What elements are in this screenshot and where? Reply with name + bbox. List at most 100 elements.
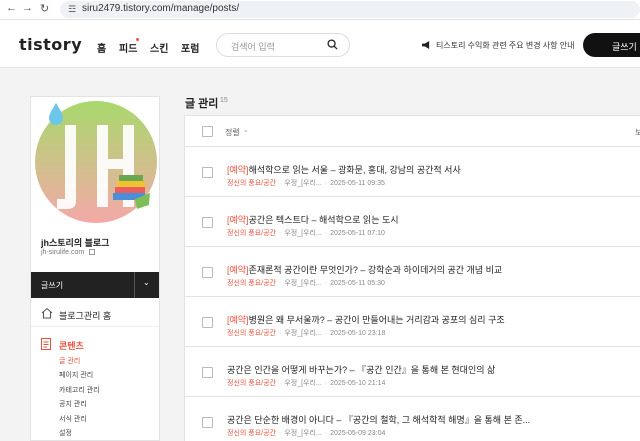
- post-meta: 정신의 풍요/공간 · 우정_[우리... · 2025-05-10 23:18: [227, 328, 385, 338]
- sidebar-item-templates[interactable]: 서식 관리: [59, 414, 87, 424]
- reserved-tag: [예약]: [227, 215, 249, 225]
- external-link-icon[interactable]: [89, 249, 95, 255]
- post-title-link[interactable]: [예약]공간은 텍스트다 – 해석학으로 읽는 도시: [227, 213, 399, 226]
- sidebar-item-pages[interactable]: 페이지 관리: [59, 370, 93, 380]
- nav-forum[interactable]: 포럼: [181, 40, 199, 55]
- post-title[interactable]: 병원은 왜 무서울까? – 공간이 만들어내는 거리감과 공포의 심리 구조: [249, 315, 505, 325]
- home-icon: [41, 307, 53, 319]
- post-meta: 정신의 풍요/공간 · 우정_[우리... · 2025-05-11 07:10: [227, 228, 385, 238]
- post-category[interactable]: 정신의 풍요/공간: [227, 330, 276, 337]
- table-row[interactable]: [예약]존재론적 공간이란 무엇인가? – 강학순과 하이데거의 공간 개념 비…: [184, 247, 640, 297]
- sidebar-item-content[interactable]: 콘텐츠: [59, 339, 84, 352]
- row-checkbox[interactable]: [202, 417, 213, 428]
- meta-separator: ·: [324, 430, 328, 437]
- row-checkbox[interactable]: [202, 217, 213, 228]
- meta-separator: ·: [324, 330, 328, 337]
- page-title: 글 관리: [185, 98, 219, 110]
- table-row[interactable]: [예약]해석학으로 읽는 서울 – 광화문, 홍대, 강남의 공간적 서사정신의…: [184, 147, 640, 197]
- post-list: 정렬 ⌄ 보 [예약]해석학으로 읽는 서울 – 광화문, 홍대, 강남의 공간…: [184, 115, 640, 441]
- admin-sidebar: jh스토리의 블로그 jh-sirulife.com 글쓰기 ⌄ 블로그관리 홈…: [30, 96, 160, 441]
- list-header: 정렬 ⌄ 보: [184, 115, 640, 147]
- sidebar-item-posts[interactable]: 글 관리: [59, 356, 80, 366]
- meta-separator: ·: [324, 180, 328, 187]
- post-title[interactable]: 공간은 텍스트다 – 해석학으로 읽는 도시: [249, 215, 399, 225]
- back-icon[interactable]: ←: [6, 2, 17, 14]
- post-title[interactable]: 존재론적 공간이란 무엇인가? – 강학순과 하이데거의 공간 개념 비교: [249, 265, 503, 275]
- row-checkbox[interactable]: [202, 317, 213, 328]
- sidebar-item-notices[interactable]: 공지 관리: [59, 399, 87, 409]
- reserved-tag: [예약]: [227, 265, 249, 275]
- post-title-link[interactable]: 공간은 인간을 어떻게 바꾸는가? – 『공간 인간』을 통해 본 현대인의 삶: [227, 363, 495, 376]
- post-date: 2025-05-11 05:30: [330, 280, 385, 287]
- write-button[interactable]: 글쓰기: [583, 33, 640, 57]
- blog-title[interactable]: jh스토리의 블로그: [41, 236, 109, 249]
- post-category[interactable]: 정신의 풍요/공간: [227, 430, 276, 437]
- header-right-label[interactable]: 보: [635, 127, 640, 138]
- profile-image[interactable]: [35, 101, 157, 223]
- chevron-down-icon[interactable]: ⌄: [243, 126, 249, 134]
- sidebar-item-categories[interactable]: 카테고리 관리: [59, 385, 100, 395]
- search-input[interactable]: 검색어 입력: [216, 33, 350, 57]
- site-info-icon[interactable]: ☲: [68, 4, 76, 15]
- post-date: 2025-05-11 09:35: [330, 180, 385, 187]
- meta-separator: ·: [324, 230, 328, 237]
- nav-home[interactable]: 홈: [97, 40, 106, 55]
- post-category[interactable]: 정신의 풍요/공간: [227, 380, 276, 387]
- row-checkbox[interactable]: [202, 367, 213, 378]
- post-author: 우정_[우리...: [284, 280, 322, 287]
- nav-feed[interactable]: 피드: [119, 40, 137, 55]
- reload-icon[interactable]: ↻: [40, 2, 49, 15]
- notice-link[interactable]: 티스토리 수익화 관련 주요 변경 사항 안내: [436, 40, 574, 51]
- select-all-checkbox[interactable]: [202, 126, 213, 137]
- nav-skin[interactable]: 스킨: [150, 40, 168, 55]
- sidebar-item-settings[interactable]: 설정: [59, 428, 72, 438]
- post-meta: 정신의 풍요/공간 · 우정_[우리... · 2025-05-10 21:14: [227, 378, 385, 388]
- post-meta: 정신의 풍요/공간 · 우정_[우리... · 2025-05-11 09:35: [227, 178, 385, 188]
- post-meta: 정신의 풍요/공간 · 우정_[우리... · 2025-05-09 23:04: [227, 428, 385, 438]
- post-category[interactable]: 정신의 풍요/공간: [227, 180, 276, 187]
- search-icon[interactable]: [327, 39, 338, 50]
- url-text[interactable]: siru2479.tistory.com/manage/posts/: [82, 3, 239, 14]
- post-title-link[interactable]: [예약]존재론적 공간이란 무엇인가? – 강학순과 하이데거의 공간 개념 비…: [227, 263, 502, 276]
- blog-url[interactable]: jh-sirulife.com: [41, 249, 84, 256]
- top-header: tistory 홈 피드 스킨 포럼 검색어 입력 티스토리 수익화 관련 주요…: [0, 20, 640, 68]
- post-category[interactable]: 정신의 풍요/공간: [227, 280, 276, 287]
- document-icon: [41, 338, 51, 350]
- post-title-link[interactable]: [예약]해석학으로 읽는 서울 – 광화문, 홍대, 강남의 공간적 서사: [227, 163, 461, 176]
- post-author: 우정_[우리...: [284, 430, 322, 437]
- post-author: 우정_[우리...: [284, 330, 322, 337]
- row-checkbox[interactable]: [202, 267, 213, 278]
- post-title[interactable]: 해석학으로 읽는 서울 – 광화문, 홍대, 강남의 공간적 서사: [249, 165, 461, 175]
- forward-icon[interactable]: →: [22, 2, 33, 14]
- post-meta: 정신의 풍요/공간 · 우정_[우리... · 2025-05-11 05:30: [227, 278, 385, 288]
- sidebar-item-admin-home[interactable]: 블로그관리 홈: [59, 309, 111, 322]
- post-title-link[interactable]: [예약]병원은 왜 무서울까? – 공간이 만들어내는 거리감과 공포의 심리 …: [227, 313, 505, 326]
- row-checkbox[interactable]: [202, 167, 213, 178]
- table-row[interactable]: [예약]공간은 텍스트다 – 해석학으로 읽는 도시정신의 풍요/공간 · 우정_[…: [184, 197, 640, 247]
- new-dot-icon: [136, 38, 139, 41]
- meta-separator: ·: [324, 380, 328, 387]
- reserved-tag: [예약]: [227, 165, 249, 175]
- table-row[interactable]: 공간은 인간을 어떻게 바꾸는가? – 『공간 인간』을 통해 본 현대인의 삶…: [184, 347, 640, 397]
- chevron-down-icon[interactable]: ⌄: [143, 278, 150, 287]
- post-title[interactable]: 공간은 인간을 어떻게 바꾸는가? – 『공간 인간』을 통해 본 현대인의 삶: [227, 365, 495, 375]
- post-category[interactable]: 정신의 풍요/공간: [227, 230, 276, 237]
- sidebar-write-label: 글쓰기: [41, 281, 64, 290]
- write-bar-divider: [134, 272, 135, 298]
- megaphone-icon: [422, 41, 430, 49]
- search-placeholder: 검색어 입력: [231, 42, 275, 52]
- post-date: 2025-05-10 21:14: [330, 380, 386, 387]
- table-row[interactable]: 공간은 단순한 배경이 아니다 – 『공간의 철학, 그 해석학적 해명』을 통…: [184, 397, 640, 441]
- sidebar-divider: [31, 326, 159, 327]
- tistory-logo[interactable]: tistory: [19, 35, 82, 54]
- table-row[interactable]: [예약]병원은 왜 무서울까? – 공간이 만들어내는 거리감과 공포의 심리 …: [184, 297, 640, 347]
- reserved-tag: [예약]: [227, 315, 249, 325]
- post-date: 2025-05-09 23:04: [330, 430, 386, 437]
- post-count: 15: [220, 97, 228, 104]
- post-title[interactable]: 공간은 단순한 배경이 아니다 – 『공간의 철학, 그 해석학적 해명』을 통…: [227, 415, 530, 425]
- sort-dropdown[interactable]: 정렬: [225, 127, 240, 138]
- post-author: 우정_[우리...: [284, 380, 322, 387]
- post-author: 우정_[우리...: [284, 230, 322, 237]
- sidebar-write-button[interactable]: 글쓰기 ⌄: [31, 272, 159, 298]
- post-title-link[interactable]: 공간은 단순한 배경이 아니다 – 『공간의 철학, 그 해석학적 해명』을 통…: [227, 413, 530, 426]
